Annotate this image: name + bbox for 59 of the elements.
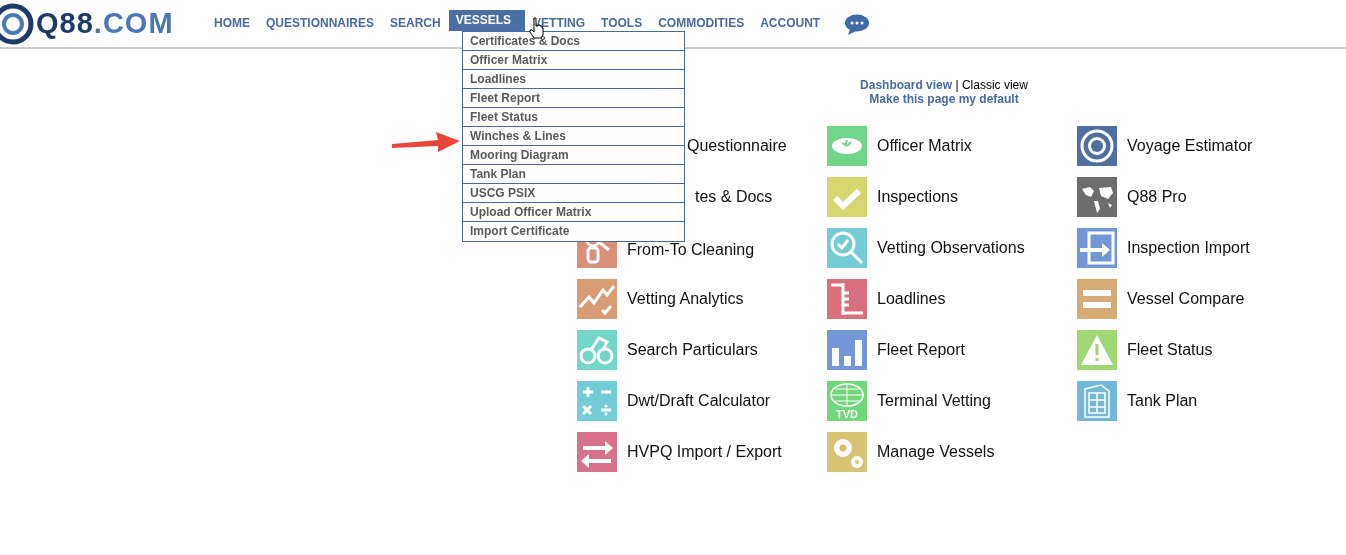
menu-item[interactable]: Fleet Status (463, 108, 684, 127)
calculator-icon[interactable] (577, 381, 617, 421)
gears-icon[interactable] (827, 432, 867, 472)
import-icon[interactable] (1077, 228, 1117, 268)
nav-tab[interactable]: TOOLS (593, 13, 651, 34)
logo-text[interactable]: Q88.COM (36, 9, 174, 38)
logo-icon (0, 2, 34, 45)
menu-item[interactable]: Loadlines (463, 70, 684, 89)
magnifier-icon[interactable] (827, 228, 867, 268)
tile-link[interactable]: Officer Matrix (877, 134, 972, 158)
menu-item[interactable]: Import Certificate (463, 222, 684, 241)
menu-item[interactable]: Upload Officer Matrix (463, 203, 684, 222)
menu-item[interactable]: Mooring Diagram (463, 146, 684, 165)
nav-tab[interactable]: COMMODITIES (650, 13, 753, 34)
tile-link[interactable]: Vetting Observations (877, 236, 1025, 260)
equals-icon[interactable] (1077, 279, 1117, 319)
tile-link[interactable]: Inspection Import (1127, 236, 1250, 260)
nav-tab[interactable]: VESSELS (448, 10, 526, 31)
bar-chart-icon[interactable] (827, 330, 867, 370)
menu-item[interactable]: Officer Matrix (463, 51, 684, 70)
menu-item[interactable]: USCG PSIX (463, 184, 684, 203)
menu-item[interactable]: Winches & Lines (463, 127, 684, 146)
menu-item[interactable]: Tank Plan (463, 165, 684, 184)
tile-link[interactable]: Fleet Status (1127, 338, 1213, 362)
warning-icon[interactable] (1077, 330, 1117, 370)
nav-tab[interactable]: ACCOUNT (752, 13, 829, 34)
tile-link[interactable]: Q88 Pro (1127, 185, 1187, 209)
swirl-icon[interactable] (1077, 126, 1117, 166)
tile-link[interactable]: Vetting Analytics (627, 287, 744, 311)
tile-link[interactable]: Inspections (877, 185, 958, 209)
tile-link[interactable]: Dwt/Draft Calculator (627, 389, 771, 413)
tile-link[interactable]: Voyage Estimator (1127, 134, 1253, 158)
tile-link[interactable]: Vessel Compare (1127, 287, 1245, 311)
cap-icon[interactable] (827, 126, 867, 166)
tile-link[interactable]: Fleet Report (877, 338, 966, 362)
nav-tab[interactable]: HOME (206, 13, 258, 34)
tile-link[interactable]: Search Particulars (627, 338, 758, 362)
nav-tab[interactable]: QUESTIONNAIRES (258, 13, 382, 34)
world-map-icon[interactable] (1077, 177, 1117, 217)
loadlines-icon[interactable] (827, 279, 867, 319)
tile-link[interactable]: Loadlines (877, 287, 946, 311)
classic-view-link[interactable]: Classic view (961, 78, 1028, 92)
menu-item[interactable]: Fleet Report (463, 89, 684, 108)
chat-icon[interactable] (844, 13, 871, 36)
tile-link[interactable]: Tank Plan (1127, 389, 1198, 413)
tile-link[interactable]: Questionnaire (687, 134, 787, 158)
dashboard-view-link[interactable]: Dashboard view (860, 78, 953, 92)
make-default-link[interactable]: Make this page my default (869, 92, 1019, 106)
transfer-arrows-icon[interactable] (577, 432, 617, 472)
tile-link[interactable]: Manage Vessels (877, 440, 995, 464)
tile-link[interactable]: Terminal Vetting (877, 389, 991, 413)
separator: | (955, 78, 959, 92)
line-chart-icon[interactable] (577, 279, 617, 319)
checkmark-icon[interactable] (827, 177, 867, 217)
tank-icon[interactable] (1077, 381, 1117, 421)
binoculars-icon[interactable] (577, 330, 617, 370)
tile-link[interactable]: tes & Docs (695, 185, 773, 209)
tile-link[interactable]: HVPQ Import / Export (627, 440, 782, 464)
nav-tab[interactable]: SEARCH (382, 13, 449, 34)
